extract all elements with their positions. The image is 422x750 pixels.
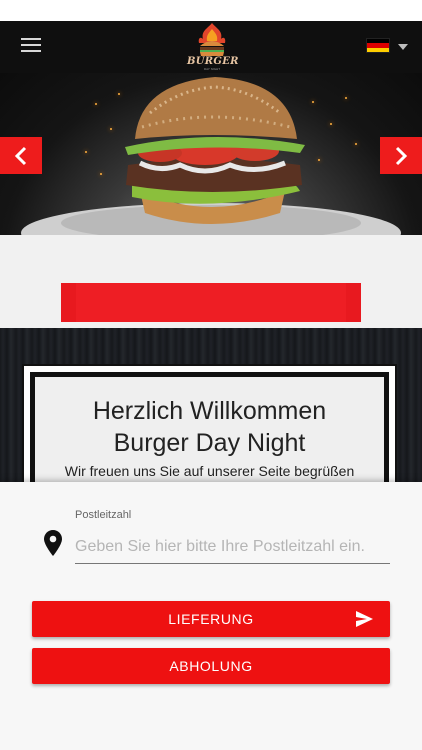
delivery-button[interactable]: LIEFERUNG [32,601,390,637]
location-pin-icon [44,530,62,556]
welcome-title: Herzlich Willkommen Burger Day Night [35,395,384,459]
order-sheet: Postleitzahl LIEFERUNG ABHOLUNG [0,482,422,750]
welcome-text: Wir freuen uns Sie auf unserer Seite beg… [64,463,355,479]
promo-banner[interactable] [61,283,361,322]
german-flag-icon [366,38,390,53]
pickup-button[interactable]: ABHOLUNG [32,648,390,684]
pickup-button-label: ABHOLUNG [169,658,253,674]
welcome-title-line1: Herzlich Willkommen [92,397,327,425]
send-icon [356,611,373,627]
chevron-left-icon [14,146,27,165]
burger-photo [21,77,401,235]
slider-prev-button[interactable] [0,137,42,174]
status-bar [0,0,422,21]
hamburger-menu-icon[interactable] [21,38,41,52]
delivery-button-label: LIEFERUNG [168,611,254,627]
zip-label: Postleitzahl [75,509,132,521]
brand-logo[interactable]: BURGER DAY NIGHT [187,21,239,73]
logo-text: BURGER [187,56,239,67]
welcome-section: Herzlich Willkommen Burger Day Night Wir… [0,328,422,504]
zip-input[interactable] [75,530,390,564]
promo-section [0,235,422,328]
language-selector[interactable] [366,38,410,56]
caret-down-icon [398,44,408,50]
hero-slider [0,73,422,235]
chevron-right-icon [395,146,408,165]
logo-subtext: DAY NIGHT [203,67,221,71]
welcome-title-line2: Burger Day Night [113,429,306,457]
slider-next-button[interactable] [380,137,422,174]
app-header: BURGER DAY NIGHT [0,21,422,73]
burger-flame-logo-icon [198,23,226,56]
